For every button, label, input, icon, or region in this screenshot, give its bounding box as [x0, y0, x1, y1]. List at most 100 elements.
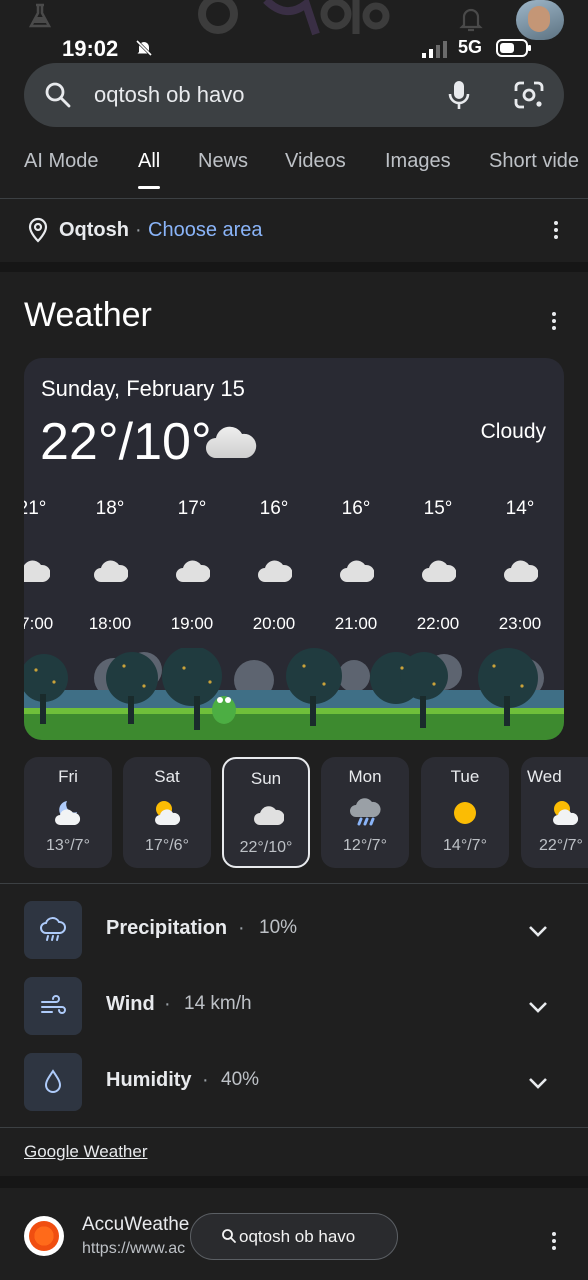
notifications-bell-icon[interactable]: [456, 4, 486, 34]
tab-news[interactable]: News: [198, 150, 248, 173]
cloud-icon: [206, 426, 257, 458]
day-name: Sat: [154, 767, 180, 786]
google-doodle[interactable]: [196, 0, 396, 40]
day-name: Fri: [58, 767, 78, 786]
status-time: 19:02: [62, 36, 119, 61]
hourly-time: 21:00: [334, 614, 378, 633]
metric-dot: ·: [164, 993, 171, 1015]
signal-strength-icon: [422, 41, 447, 58]
accuweather-logo: [24, 1216, 64, 1256]
day-temps: 12°/7°: [343, 837, 387, 854]
cloud-icon: [258, 560, 292, 582]
tab-videos[interactable]: Videos: [285, 150, 346, 173]
weather-temps: 22°/10°: [40, 413, 212, 471]
metric-value: 14 km/h: [184, 993, 252, 1014]
partly-sunny-icon: [553, 801, 579, 825]
metric-label: Precipitation: [106, 917, 228, 939]
rain-icon: [350, 798, 381, 826]
metric-dot: ·: [238, 917, 245, 939]
network-type: 5G: [458, 37, 483, 57]
metric-value: 40%: [221, 1069, 260, 1090]
metric-label: Wind: [106, 993, 155, 1015]
cloud-icon: [340, 560, 374, 582]
floating-search-query: oqtosh ob havo: [239, 1227, 356, 1246]
hourly-time: 22:00: [416, 614, 460, 633]
google-lens-icon[interactable]: [512, 79, 546, 111]
account-avatar[interactable]: [516, 0, 564, 40]
divider: [0, 1127, 588, 1128]
hourly-temp: 17°: [177, 498, 207, 519]
wind-row[interactable]: Wind · 14 km/h: [0, 977, 588, 1037]
partly-sunny-icon: [155, 801, 181, 825]
night-cloud-icon: [55, 801, 81, 825]
location-pin-icon: [28, 217, 48, 243]
rain-cloud-icon: [40, 917, 66, 941]
day-name: Sun: [250, 769, 282, 788]
hourly-time: 20:00: [252, 614, 296, 633]
hourly-temp: 18°: [95, 498, 125, 519]
choose-area-link[interactable]: Choose area: [148, 219, 263, 242]
precipitation-icon-tile: [24, 901, 82, 959]
chevron-down-icon[interactable]: [526, 919, 550, 943]
battery-icon: [496, 39, 531, 57]
search-icon: [222, 1229, 236, 1243]
precipitation-row[interactable]: Precipitation · 10%: [0, 901, 588, 961]
hourly-temp: 16°: [341, 498, 371, 519]
microphone-icon[interactable]: [444, 79, 474, 111]
humidity-row[interactable]: Humidity · 40%: [0, 1053, 588, 1113]
day-forecast-tue[interactable]: Tue 14°/7°: [421, 757, 509, 868]
location-name: Oqtosh: [59, 219, 129, 241]
weather-more-icon[interactable]: [550, 310, 558, 334]
section-separator: [0, 1176, 588, 1188]
result-more-icon[interactable]: [550, 1230, 558, 1254]
hourly-time: 17:00: [24, 614, 54, 633]
tab-ai-mode[interactable]: AI Mode: [24, 150, 98, 173]
cloud-icon: [94, 560, 128, 582]
tab-images[interactable]: Images: [385, 150, 451, 173]
day-forecast-mon[interactable]: Mon 12°/7°: [321, 757, 409, 868]
chevron-down-icon[interactable]: [526, 1071, 550, 1095]
top-bar: 19:02 5G oqtosh ob havo: [0, 0, 588, 135]
wind-icon: [41, 995, 66, 1014]
day-forecast-sat[interactable]: Sat 17°/6°: [123, 757, 211, 868]
labs-flask-icon[interactable]: [26, 2, 54, 30]
search-input[interactable]: oqtosh ob havo: [94, 82, 244, 108]
hourly-temp: 15°: [423, 498, 453, 519]
day-name: Wed: [527, 767, 562, 786]
result-url: https://www.ac: [82, 1240, 186, 1257]
weather-title: Weather: [24, 296, 152, 334]
hourly-temp: 16°: [259, 498, 289, 519]
weather-scene-illustration: [24, 648, 564, 740]
sun-icon: [454, 802, 476, 824]
search-bar[interactable]: oqtosh ob havo: [24, 63, 564, 127]
location-separator: ·: [135, 219, 142, 241]
section-separator: [0, 262, 588, 272]
location-more-icon[interactable]: [552, 219, 560, 243]
day-forecast-wed[interactable]: Wed 22°/7°: [521, 757, 588, 868]
hourly-temp: 21°: [24, 498, 47, 519]
chevron-down-icon[interactable]: [526, 995, 550, 1019]
day-temps: 17°/6°: [145, 837, 189, 854]
day-temps: 14°/7°: [443, 837, 487, 854]
muted-bell-icon: [135, 39, 153, 57]
wind-icon-tile: [24, 977, 82, 1035]
cloud-icon: [254, 806, 284, 825]
result-site-name[interactable]: AccuWeathe: [82, 1214, 189, 1236]
search-tabs: AI Mode All News Videos Images Short vid…: [0, 140, 588, 196]
tab-all[interactable]: All: [138, 150, 161, 189]
hourly-time: 18:00: [88, 614, 132, 633]
tab-short-videos[interactable]: Short vide: [489, 150, 579, 173]
humidity-icon-tile: [24, 1053, 82, 1111]
hourly-time: 19:00: [170, 614, 214, 633]
location-row: Oqtosh · Choose area: [0, 199, 588, 261]
cloud-icon: [24, 560, 50, 582]
weather-date: Sunday, February 15: [41, 376, 245, 401]
water-drop-icon: [44, 1069, 62, 1093]
day-forecast-fri[interactable]: Fri 13°/7°: [24, 757, 112, 868]
weather-condition: Cloudy: [480, 420, 546, 443]
metric-label: Humidity: [106, 1069, 192, 1091]
metric-value: 10%: [259, 917, 298, 938]
google-weather-link[interactable]: Google Weather: [24, 1142, 147, 1162]
day-forecast-sun[interactable]: Sun 22°/10°: [222, 757, 310, 868]
floating-search-pill[interactable]: oqtosh ob havo: [190, 1213, 398, 1260]
